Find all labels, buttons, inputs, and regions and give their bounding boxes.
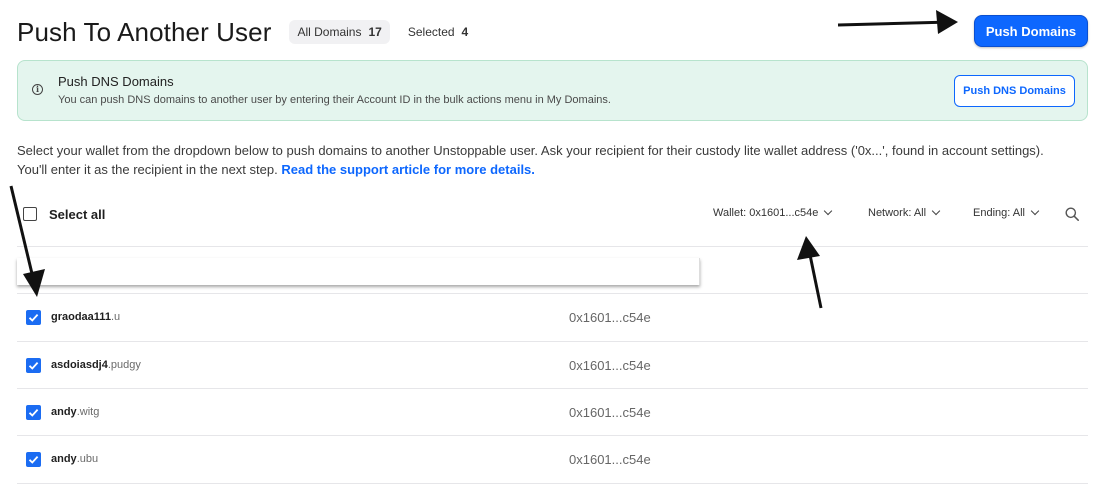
divider (17, 483, 1088, 484)
push-dns-alert: i Push DNS Domains You can push DNS doma… (17, 60, 1088, 121)
domain-tld: .pudgy (107, 359, 141, 371)
all-domains-count: 17 (368, 25, 382, 39)
select-all-checkbox[interactable] (23, 207, 37, 221)
chevron-down-icon (931, 206, 941, 216)
ending-filter-label: Ending: All (973, 207, 1025, 219)
domain-tld: .witg (76, 406, 100, 418)
select-all-label[interactable]: Select all (49, 207, 105, 222)
row-checkbox[interactable] (26, 452, 41, 467)
search-icon[interactable] (1065, 207, 1079, 221)
ending-filter-dropdown[interactable]: Ending: All (973, 206, 1040, 219)
chevron-down-icon (1030, 206, 1040, 216)
page-header: Push To Another User All Domains 17 Sele… (17, 14, 476, 50)
info-icon: i (32, 84, 43, 95)
domain-owner: 0x1601...c54e (569, 405, 651, 420)
all-domains-label: All Domains (297, 25, 362, 39)
row-checkbox[interactable] (26, 405, 41, 420)
chevron-down-icon (824, 206, 833, 216)
all-domains-chip[interactable]: All Domains 17 (289, 20, 390, 44)
domain-owner: 0x1601...c54e (569, 452, 651, 467)
arrow-icon (837, 20, 952, 27)
selected-count: 4 (461, 25, 469, 39)
alert-text: You can push DNS domains to another user… (58, 94, 611, 106)
push-domains-button[interactable]: Push Domains (974, 15, 1088, 47)
selected-chip[interactable]: Selected 4 (400, 20, 476, 44)
table-row[interactable]: andy.witg 0x1601...c54e (17, 389, 1088, 436)
domain-label: asdoiasdj4 (51, 359, 108, 371)
domain-label: andy (51, 406, 77, 418)
domain-name: andy.witg (51, 406, 99, 418)
table-row[interactable]: asdoiasdj4.pudgy 0x1601...c54e (17, 342, 1088, 389)
domain-owner: 0x1601...c54e (569, 358, 651, 373)
domain-label: andy (51, 453, 77, 465)
table-row[interactable]: graodaa111.u 0x1601...c54e (17, 294, 1088, 341)
domain-name: graodaa111.u (51, 311, 120, 323)
domain-owner: 0x1601...c54e (569, 310, 651, 325)
divider (17, 246, 1088, 247)
push-dns-domains-button[interactable]: Push DNS Domains (954, 75, 1075, 107)
domain-toolbar: Select all Wallet: 0x1601...c54e Network… (17, 196, 1088, 232)
domain-name: asdoiasdj4.pudgy (51, 359, 141, 371)
support-article-link[interactable]: Read the support article for more detail… (281, 162, 535, 177)
table-row[interactable]: andy.ubu 0x1601...c54e (17, 436, 1088, 483)
wallet-filter-label: Wallet: 0x1601...c54e (713, 207, 819, 219)
domain-tld: .ubu (76, 453, 99, 465)
alert-title: Push DNS Domains (58, 74, 174, 89)
description: Select your wallet from the dropdown bel… (17, 141, 1077, 179)
network-filter-dropdown[interactable]: Network: All (868, 206, 941, 219)
domain-tld: .u (110, 311, 121, 323)
selected-label: Selected (407, 25, 455, 39)
arrow-head-icon (936, 10, 958, 34)
arrow-head-icon (797, 236, 820, 260)
row-checkbox[interactable] (26, 310, 41, 325)
domain-name: andy.ubu (51, 453, 98, 465)
wallet-filter-dropdown[interactable]: Wallet: 0x1601...c54e (713, 206, 833, 219)
network-filter-label: Network: All (868, 207, 927, 219)
search-panel[interactable] (17, 258, 700, 285)
domain-label: graodaa111 (51, 311, 111, 323)
page-title: Push To Another User (17, 16, 272, 47)
row-checkbox[interactable] (26, 358, 41, 373)
